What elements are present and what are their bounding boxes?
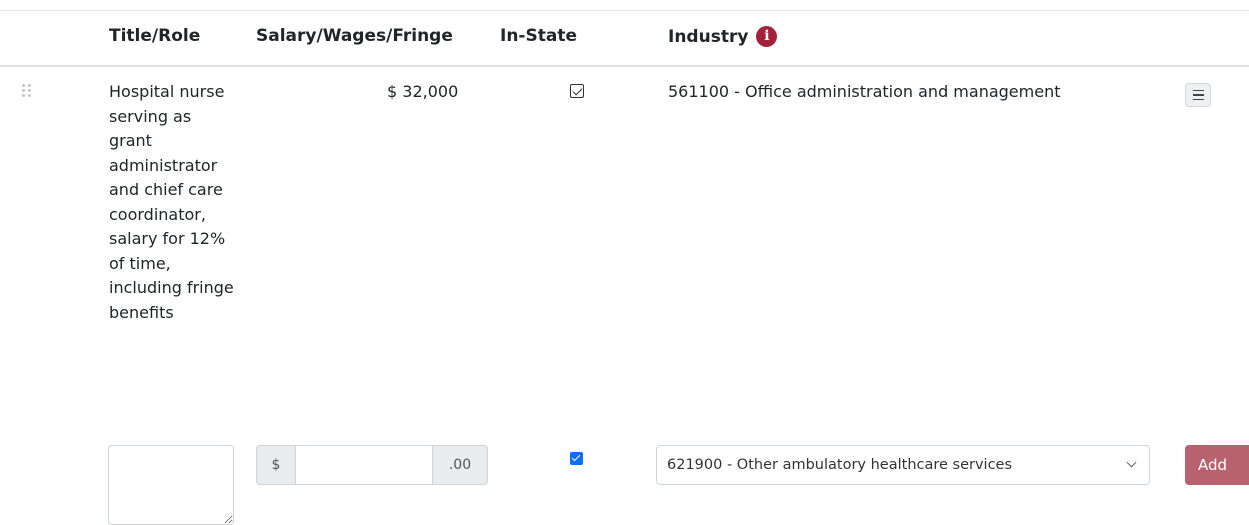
header-industry-label: Industry: [668, 27, 749, 47]
row-menu-button[interactable]: [1185, 83, 1211, 107]
in-state-checkbox[interactable]: [570, 452, 583, 465]
chevron-down-icon: [1126, 457, 1137, 468]
header-divider: [0, 65, 1249, 67]
currency-prefix: $: [256, 445, 296, 485]
table-header: Title/Role Salary/Wages/Fringe In-State …: [0, 24, 1249, 60]
cents-suffix: .00: [432, 445, 488, 485]
industry-selected-value: 621900 - Other ambulatory healthcare ser…: [667, 457, 1013, 473]
row-title-role: Hospital nurse serving as grant administ…: [109, 82, 234, 322]
drag-handle-icon[interactable]: [22, 84, 34, 98]
salary-input-group: $ .00: [256, 445, 488, 485]
title-role-input[interactable]: [108, 445, 234, 525]
header-industry: Industry i: [668, 26, 778, 47]
header-salary: Salary/Wages/Fringe: [256, 26, 453, 46]
row-in-state-check-icon: [570, 84, 584, 98]
industry-select[interactable]: 621900 - Other ambulatory healthcare ser…: [656, 445, 1150, 485]
salary-input[interactable]: [296, 445, 432, 485]
header-title-role: Title/Role: [109, 26, 201, 46]
header-in-state: In-State: [500, 26, 577, 46]
add-button[interactable]: Add: [1185, 445, 1249, 485]
row-industry: 561100 - Office administration and manag…: [668, 82, 1061, 101]
hamburger-icon: [1192, 89, 1204, 92]
row-salary: $ 32,000: [387, 82, 459, 101]
info-circle-icon[interactable]: i: [756, 26, 778, 47]
top-divider: [0, 10, 1249, 11]
